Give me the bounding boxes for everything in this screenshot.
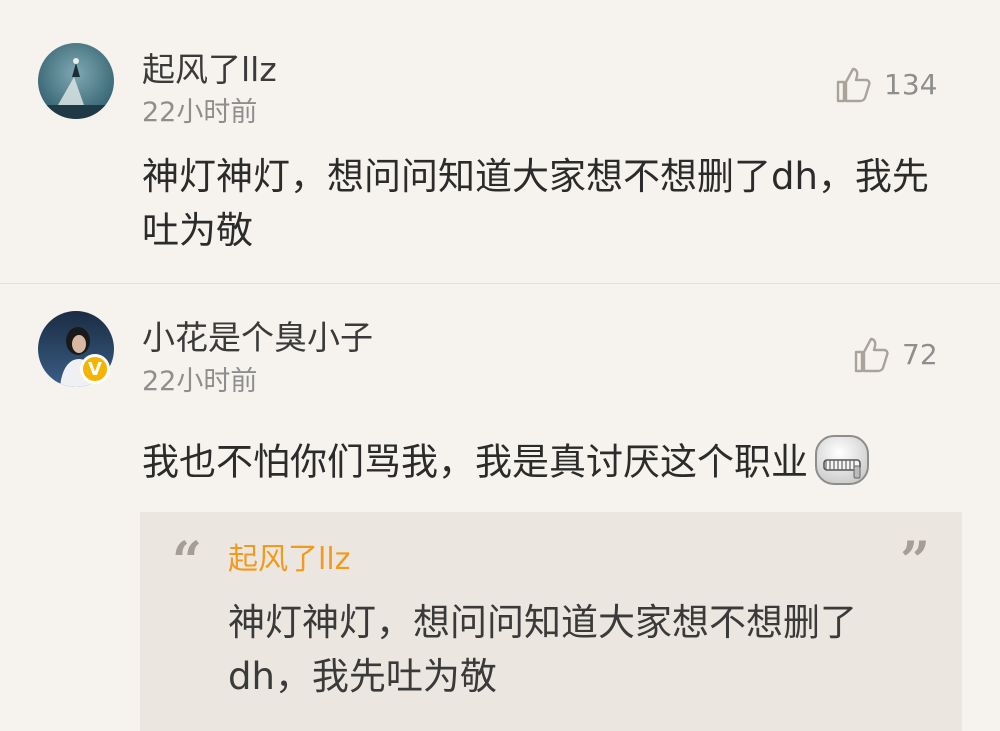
close-quote-icon: ”	[900, 531, 930, 592]
comment-text-content: 我也不怕你们骂我，我是真讨厌这个职业	[142, 440, 808, 484]
username[interactable]: 起风了llz	[142, 50, 277, 90]
comment-item: 起风了llz 22小时前 134 神灯神灯，想问问知道大家想不想删了dh，我先吐…	[0, 0, 1000, 283]
zipper-mouth-emoji-icon	[812, 430, 872, 490]
quoted-text: 神灯神灯，想问问知道大家想不想删了dh，我先吐为敬	[228, 601, 857, 698]
username[interactable]: 小花是个臭小子	[142, 318, 373, 358]
avatar[interactable]	[38, 43, 114, 119]
like-button[interactable]: 72	[852, 336, 938, 374]
like-count: 72	[902, 338, 938, 371]
quoted-username[interactable]: 起风了llz	[228, 542, 350, 578]
open-quote-icon: “	[172, 531, 202, 592]
thumbs-up-icon	[852, 336, 890, 374]
like-button[interactable]: 134	[834, 66, 937, 104]
quoted-comment[interactable]: “ 起风了llz ” 神灯神灯，想问问知道大家想不想删了dh，我先吐为敬	[140, 512, 962, 731]
comment-text: 神灯神灯，想问问知道大家想不想删了dh，我先吐为敬	[142, 155, 929, 252]
comment-item: V 小花是个臭小子 22小时前 72 我也不怕你们骂我，我是真讨厌这个职业 “ …	[0, 284, 1000, 731]
verified-badge: V	[80, 354, 110, 384]
comment-feed: 起风了llz 22小时前 134 神灯神灯，想问问知道大家想不想删了dh，我先吐…	[0, 0, 1000, 731]
thumbs-up-icon	[834, 66, 872, 104]
comment-text: 我也不怕你们骂我，我是真讨厌这个职业	[142, 434, 947, 494]
timestamp: 22小时前	[142, 97, 258, 128]
timestamp: 22小时前	[142, 366, 258, 397]
like-count: 134	[884, 68, 938, 101]
